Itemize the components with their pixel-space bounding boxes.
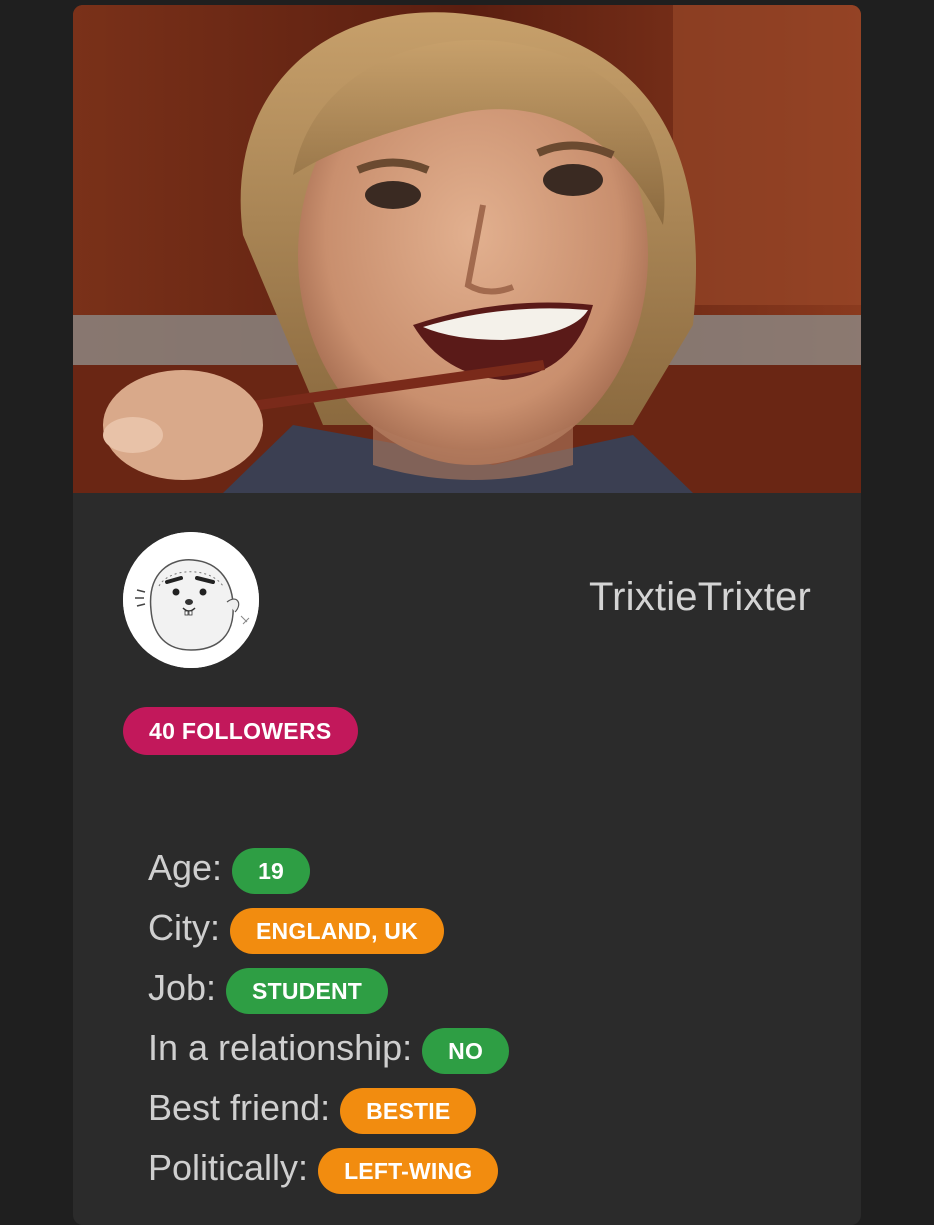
detail-row-relationship: In a relationship: NO xyxy=(148,1018,510,1078)
detail-row-job: Job: STUDENT xyxy=(148,958,509,1018)
detail-label: In a relationship: xyxy=(148,1027,413,1068)
detail-row-politics: Politically: LEFT-WING xyxy=(148,1138,509,1198)
username: TrixtieTrixter xyxy=(588,575,811,619)
followers-badge[interactable]: 40 FOLLOWERS xyxy=(123,707,358,755)
detail-label: Job: xyxy=(148,967,217,1008)
detail-badge: STUDENT xyxy=(226,968,389,1014)
detail-row-age: Age: 19 xyxy=(148,838,509,898)
detail-row-city: City: ENGLAND, UK xyxy=(148,898,509,958)
detail-badge: LEFT-WING xyxy=(318,1148,499,1194)
detail-badge: 19 xyxy=(232,848,311,894)
detail-label: Politically: xyxy=(148,1147,309,1188)
detail-label: City: xyxy=(148,907,220,948)
detail-row-best-friend: Best friend: BESTIE xyxy=(148,1078,509,1138)
profile-card: TrixtieTrixter 40 FOLLOWERS Age: 19 City… xyxy=(73,5,861,1225)
avatar[interactable] xyxy=(123,532,259,668)
profile-details: Age: 19 City: ENGLAND, UK Job: STUDENT I… xyxy=(148,838,510,1198)
detail-label: Best friend: xyxy=(148,1087,331,1128)
detail-badge: NO xyxy=(422,1028,510,1074)
detail-badge: ENGLAND, UK xyxy=(230,908,444,954)
cover-photo xyxy=(73,5,861,493)
detail-label: Age: xyxy=(148,847,223,888)
detail-badge: BESTIE xyxy=(340,1088,477,1134)
